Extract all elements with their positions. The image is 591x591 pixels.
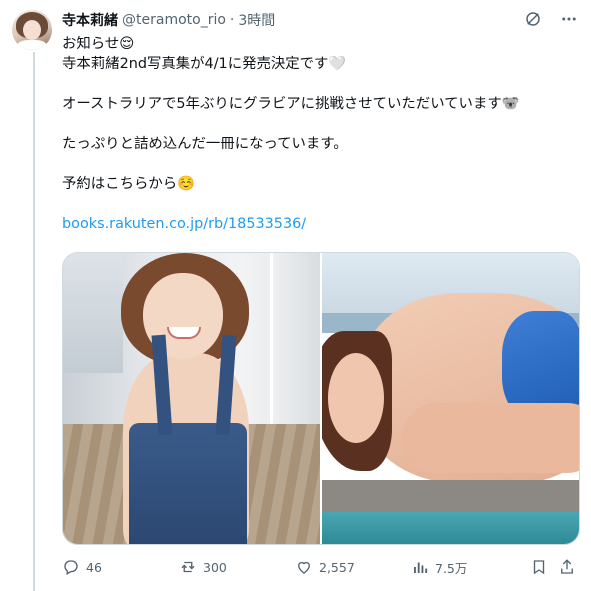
media-grid xyxy=(62,252,580,545)
like-icon xyxy=(298,561,310,574)
bookmark-icon xyxy=(533,560,545,575)
thread-line xyxy=(33,52,35,591)
share-button[interactable] xyxy=(558,556,576,578)
top-icons xyxy=(523,9,579,29)
tweet: 寺本莉緒 @teramoto_rio · 3時間 お知らせ😌 寺本莉緒2nd写真… xyxy=(0,0,591,591)
bookmark-button[interactable] xyxy=(530,556,548,578)
like-button[interactable]: 2,557 xyxy=(295,556,355,578)
text-line-5: 予約はこちらから☺️ xyxy=(62,176,196,192)
text-gap xyxy=(62,74,582,94)
author-name[interactable]: 寺本莉緒 xyxy=(62,10,118,30)
avatar[interactable] xyxy=(12,10,52,50)
avatar-shirt xyxy=(17,40,47,50)
rakuten-link[interactable]: books.rakuten.co.jp/rb/18533536/ xyxy=(62,216,306,232)
grok-icon[interactable] xyxy=(523,9,543,29)
reply-button[interactable]: 46 xyxy=(62,556,102,578)
repost-icon xyxy=(181,561,195,573)
avatar-face xyxy=(23,20,41,40)
separator-dot: · xyxy=(229,12,235,28)
text-line-3: オーストラリアで5年ぶりにグラビアに挑戦させていただいています🐨 xyxy=(62,96,520,112)
views-count: 7.5万 xyxy=(435,560,468,576)
text-gap xyxy=(62,114,582,134)
action-bar: 46 300 2,557 7.5万 xyxy=(62,556,582,578)
text-line-2: 寺本莉緒2nd写真集が4/1に発売決定です🤍 xyxy=(62,56,347,72)
more-icon[interactable] xyxy=(559,9,579,29)
tweet-header: 寺本莉緒 @teramoto_rio · 3時間 xyxy=(62,10,275,30)
views-button[interactable]: 7.5万 xyxy=(411,556,467,578)
reply-count: 46 xyxy=(86,559,102,575)
text-line-1: お知らせ😌 xyxy=(62,36,135,52)
timestamp[interactable]: 3時間 xyxy=(238,10,275,30)
text-gap xyxy=(62,154,582,174)
repost-button[interactable]: 300 xyxy=(179,556,227,578)
repost-count: 300 xyxy=(203,559,227,575)
text-gap xyxy=(62,194,582,214)
reply-icon xyxy=(64,560,78,575)
like-count: 2,557 xyxy=(319,559,355,575)
share-icon xyxy=(561,559,573,574)
views-icon xyxy=(414,562,428,573)
tweet-text: お知らせ😌 寺本莉緒2nd写真集が4/1に発売決定です🤍 オーストラリアで5年ぶ… xyxy=(62,34,582,234)
author-handle[interactable]: @teramoto_rio xyxy=(122,12,226,28)
photo-2[interactable] xyxy=(322,253,579,544)
text-line-4: たっぷりと詰め込んだ一冊になっています。 xyxy=(62,136,348,152)
photo-1[interactable] xyxy=(63,253,320,544)
